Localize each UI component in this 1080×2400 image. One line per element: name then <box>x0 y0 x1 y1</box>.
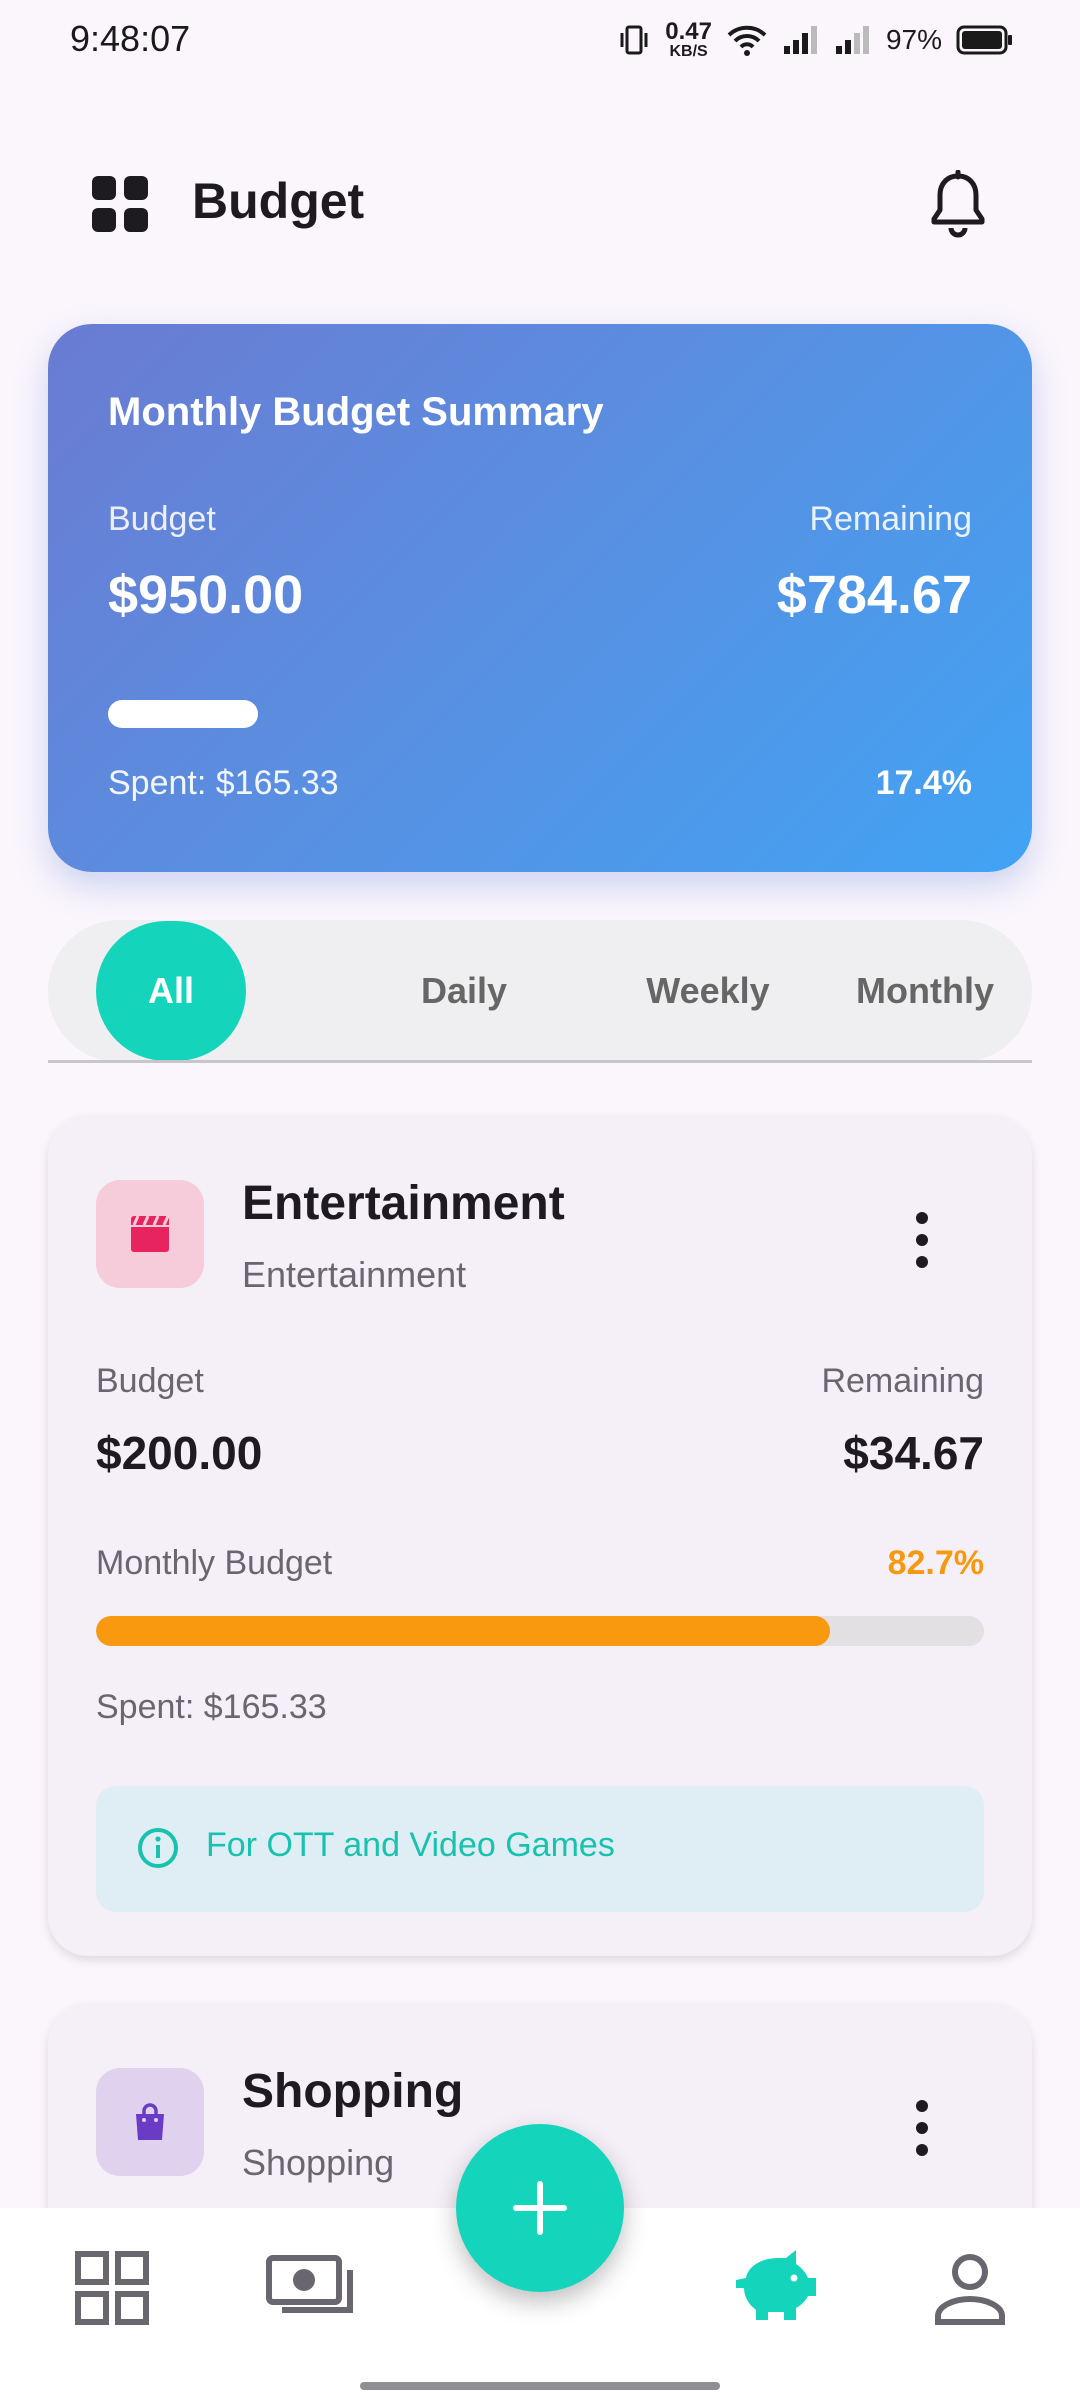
summary-progress-fill <box>108 700 258 728</box>
summary-progress-bar <box>108 700 972 728</box>
category-icon-container <box>96 2068 204 2176</box>
bell-icon[interactable] <box>926 170 990 238</box>
budget-progress-fill <box>96 1616 830 1646</box>
more-options-icon[interactable] <box>912 1212 932 1268</box>
more-options-icon[interactable] <box>912 2100 932 2156</box>
tabs-divider <box>48 1060 1032 1063</box>
budget-percent: 82.7% <box>887 1544 984 1582</box>
money-icon[interactable] <box>266 2248 356 2328</box>
status-time: 9:48:07 <box>70 18 191 59</box>
remaining-label: Remaining <box>821 1362 984 1400</box>
budget-value: $200.00 <box>96 1427 263 1479</box>
status-icons: 0.47 KB/S 97% <box>617 18 1014 62</box>
shopping-bag-icon <box>136 2103 164 2140</box>
status-bar: 9:48:07 0.47 KB/S 97% <box>0 0 1080 80</box>
summary-title: Monthly Budget Summary <box>108 390 604 434</box>
grid-icon[interactable] <box>92 176 148 232</box>
tab-weekly[interactable]: Weekly <box>598 920 818 1062</box>
info-icon <box>138 1828 178 1868</box>
budget-spent: Spent: $165.33 <box>96 1688 327 1726</box>
signal-icon-2 <box>835 26 869 54</box>
summary-budget-value: $950.00 <box>108 565 304 625</box>
budget-progress-bar <box>96 1616 984 1646</box>
profile-icon[interactable] <box>930 2248 1010 2328</box>
summary-remaining-value: $784.67 <box>776 565 972 625</box>
remaining-value: $34.67 <box>843 1427 984 1479</box>
summary-remaining-label: Remaining <box>809 500 972 538</box>
piggy-bank-icon[interactable] <box>732 2248 822 2328</box>
network-speed: 0.47 KB/S <box>665 18 712 60</box>
plus-icon <box>513 2181 567 2235</box>
add-budget-button[interactable] <box>456 2124 624 2292</box>
monthly-summary-card: Monthly Budget Summary Budget Remaining … <box>48 324 1032 872</box>
page-title: Budget <box>192 173 365 229</box>
tab-daily[interactable]: Daily <box>354 920 574 1062</box>
budget-period: Monthly Budget <box>96 1544 333 1582</box>
summary-percent: 17.4% <box>875 764 972 802</box>
wifi-icon <box>727 25 767 56</box>
tab-monthly[interactable]: Monthly <box>818 920 1032 1062</box>
budget-title: Entertainment <box>242 1177 565 1230</box>
battery-icon <box>956 25 1012 55</box>
home-indicator[interactable] <box>360 2382 720 2390</box>
summary-spent: Spent: $165.33 <box>108 764 339 802</box>
vibrate-icon <box>620 25 648 55</box>
budget-category: Shopping <box>242 2142 395 2183</box>
battery-percent: 97% <box>885 24 942 55</box>
clapperboard-icon <box>131 1215 170 1252</box>
summary-budget-label: Budget <box>108 500 216 538</box>
budget-note: For OTT and Video Games <box>96 1786 984 1912</box>
dashboard-icon[interactable] <box>72 2248 152 2328</box>
period-filter-tabs: All Daily Weekly Monthly <box>48 920 1032 1062</box>
budget-card-entertainment[interactable]: Entertainment Entertainment Budget Remai… <box>48 1116 1032 1956</box>
budget-label: Budget <box>96 1362 204 1400</box>
budget-note-text: For OTT and Video Games <box>206 1826 615 1864</box>
app-header: Budget <box>0 160 1080 246</box>
category-icon-container <box>96 1180 204 1288</box>
budget-category: Entertainment <box>242 1254 467 1295</box>
signal-icon <box>783 26 817 54</box>
tab-all[interactable]: All <box>96 921 246 1061</box>
budget-title: Shopping <box>242 2065 464 2118</box>
